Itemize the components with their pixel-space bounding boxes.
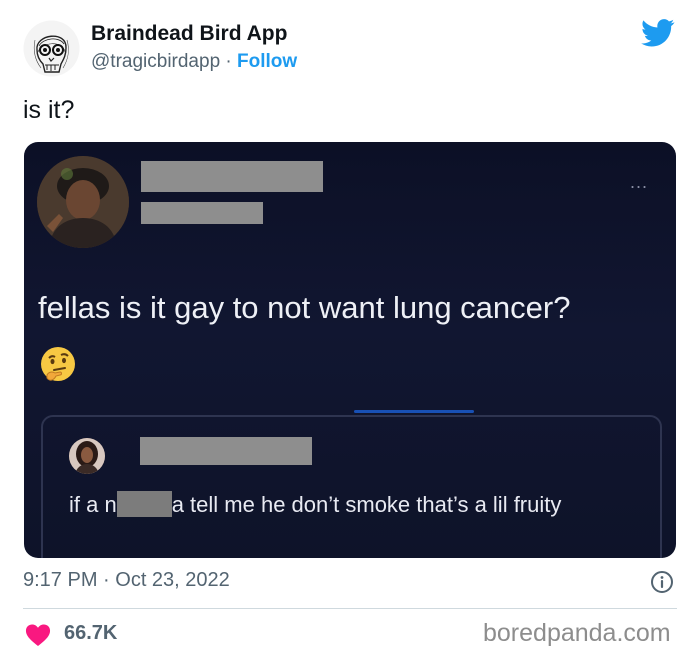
tweet-card: Braindead Bird App @tragicbirdapp · Foll… <box>0 0 700 661</box>
author-handle-line: @tragicbirdapp · Follow <box>91 51 297 73</box>
handle-separator: · <box>220 51 238 72</box>
quoted-text-part1: if a n <box>69 492 117 517</box>
tweet-text: is it? <box>23 96 75 124</box>
embedded-screenshot[interactable]: ... fellas is it gay to not want lung ca… <box>24 142 676 558</box>
source-watermark: boredpanda.com <box>483 619 671 647</box>
redacted-quoted-name <box>140 437 312 465</box>
twitter-bird-icon[interactable] <box>641 19 675 47</box>
quoted-text-part2: a tell me he don’t smoke that’s a lil fr… <box>171 492 562 517</box>
skull-sketch-avatar-icon <box>23 20 80 77</box>
more-options-icon[interactable]: ... <box>630 172 648 193</box>
author-handle[interactable]: @tragicbirdapp <box>91 51 220 72</box>
tweet-timestamp[interactable]: 9:17 PM · Oct 23, 2022 <box>23 569 230 592</box>
like-count[interactable]: 66.7K <box>64 622 117 645</box>
quoted-tweet-text: if a n a tell me he don’t smoke that’s a … <box>69 487 629 523</box>
redacted-display-name <box>141 161 323 192</box>
censor-block <box>116 491 172 517</box>
highlight-glow <box>354 410 474 413</box>
author-name[interactable]: Braindead Bird App <box>91 22 287 46</box>
author-avatar[interactable] <box>23 20 80 77</box>
quoted-tweet[interactable]: if a n a tell me he don’t smoke that’s a … <box>41 415 662 558</box>
info-icon[interactable] <box>650 570 674 594</box>
embedded-post-text: fellas is it gay to not want lung cancer… <box>38 290 571 325</box>
follow-button[interactable]: Follow <box>237 51 297 72</box>
thinking-face-emoji <box>41 347 75 381</box>
footer-divider <box>23 608 677 609</box>
heart-icon[interactable] <box>25 624 51 646</box>
quoted-author-avatar <box>69 438 105 474</box>
embedded-author-avatar <box>37 156 129 248</box>
redacted-username <box>141 202 263 224</box>
